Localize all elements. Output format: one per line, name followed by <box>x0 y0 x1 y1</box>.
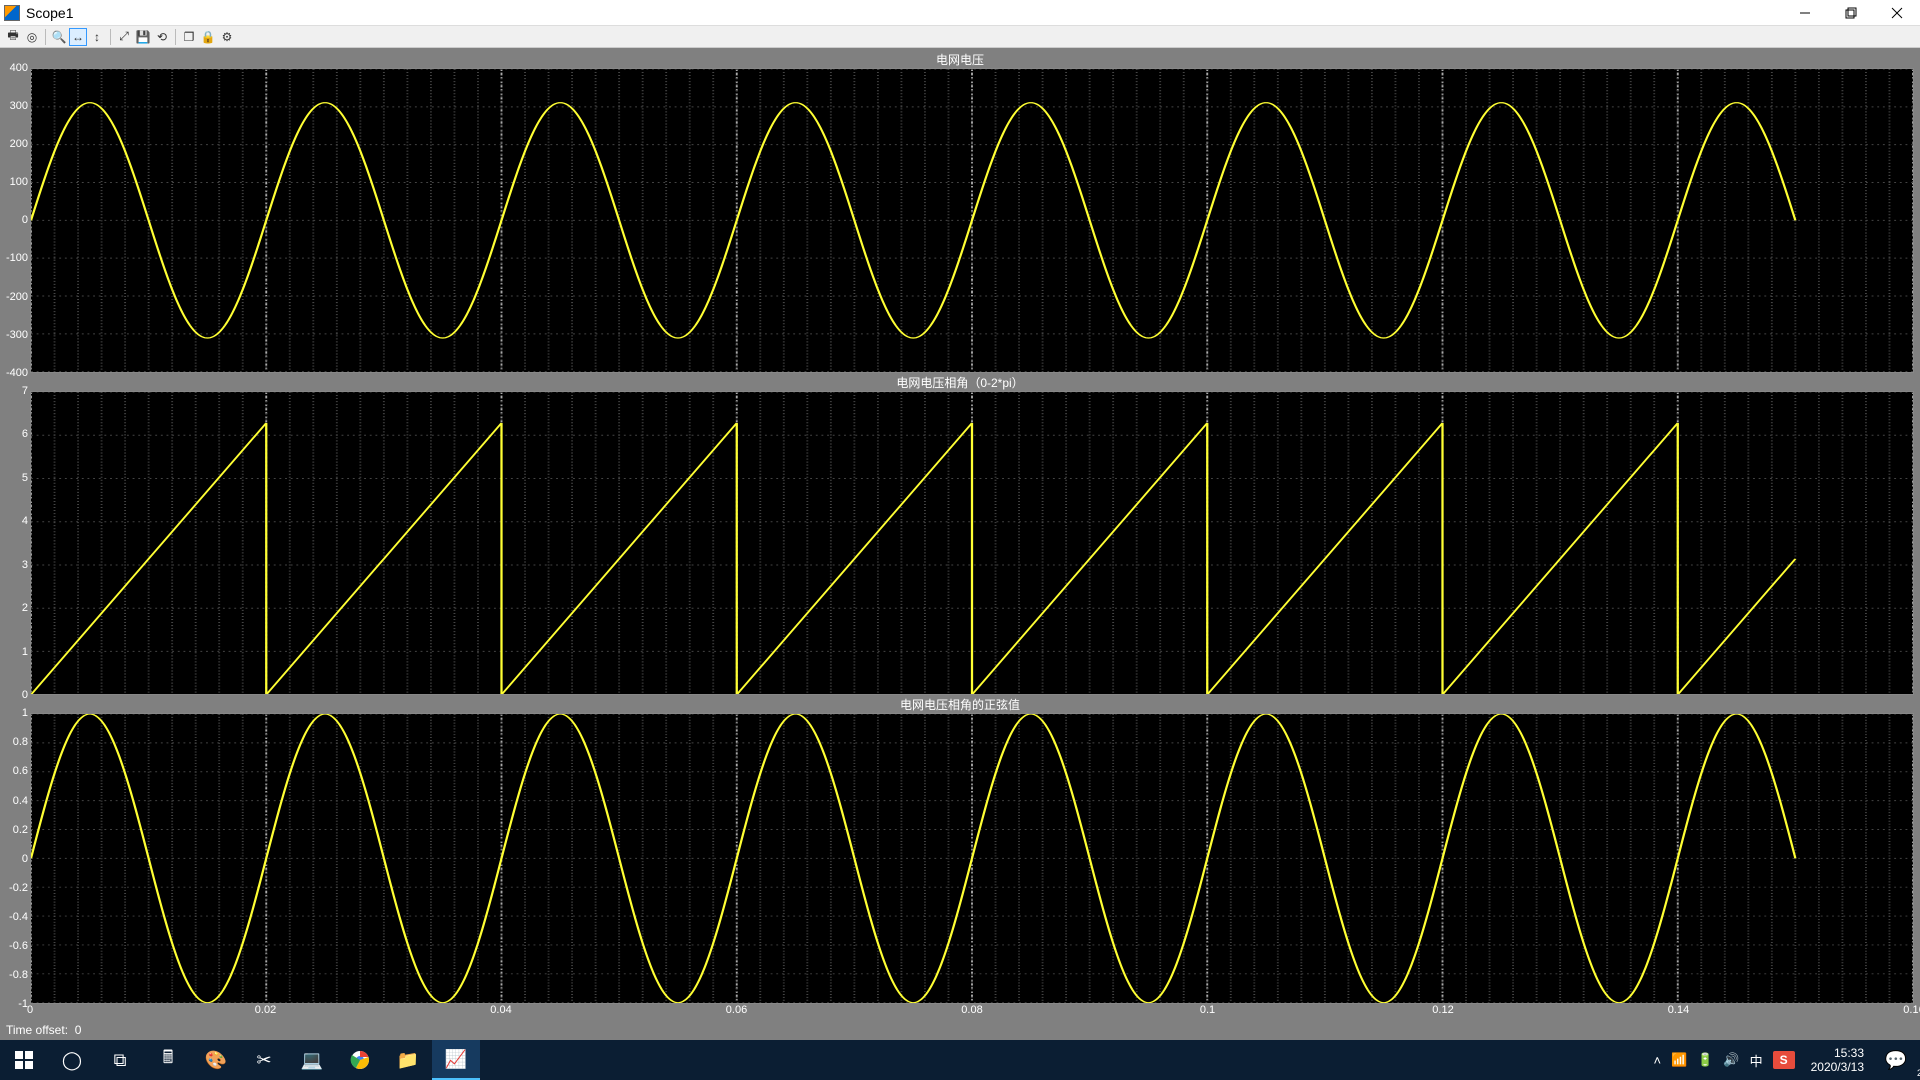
plot-1-yticks: -400-300-200-1000100200300400 <box>6 68 30 373</box>
taskbar-thispc[interactable]: 💻 <box>288 1040 336 1080</box>
notifications-button[interactable]: 💬2 <box>1872 1040 1920 1080</box>
ytick-label: 1 <box>22 646 28 658</box>
xtick-label: 0.1 <box>1200 1004 1215 1016</box>
xtick-label: 0.02 <box>255 1004 276 1016</box>
ytick-label: -0.8 <box>9 969 28 981</box>
wifi-icon[interactable]: 📶 <box>1671 1052 1687 1068</box>
ytick-label: 7 <box>22 385 28 397</box>
scope-toolbar: 🖶 ◎ 🔍 ↔ ↕ ⤢ 💾 ⟲ ❐ 🔒 ⚙ <box>0 26 1920 48</box>
taskbar-clock[interactable]: 15:33 2020/3/13 <box>1803 1042 1872 1078</box>
plot-3-title: 电网电压相角的正弦值 <box>6 697 1914 713</box>
plot-1: 电网电压 -400-300-200-1000100200300400 <box>6 52 1914 373</box>
plot-3: 电网电压相角的正弦值 -1-0.8-0.6-0.4-0.200.20.40.60… <box>6 697 1914 1018</box>
ytick-label: 300 <box>10 100 28 112</box>
taskbar-explorer[interactable]: 📁 <box>384 1040 432 1080</box>
toolbar-separator <box>110 29 111 45</box>
app-icon <box>4 5 20 21</box>
ytick-label: 6 <box>22 428 28 440</box>
plot-2-axes[interactable] <box>30 391 1914 696</box>
ytick-label: 0.4 <box>13 795 28 807</box>
cortana-button[interactable]: ◯ <box>48 1040 96 1080</box>
time-offset-value: 0 <box>75 1023 82 1037</box>
zoom-x-button[interactable]: ↔ <box>69 28 87 46</box>
lock-axes-button[interactable]: 🔒 <box>199 28 217 46</box>
time-offset-label: Time offset: <box>6 1023 68 1037</box>
scope-panel: 电网电压 -400-300-200-1000100200300400 电网电压相… <box>0 48 1920 1020</box>
ytick-label: 0 <box>22 214 28 226</box>
battery-icon[interactable]: 🔋 <box>1697 1052 1713 1068</box>
titlebar: Scope1 <box>0 0 1920 26</box>
ytick-label: 3 <box>22 559 28 571</box>
system-tray: ˄ 📶 🔋 🔊 中 S <box>1645 1051 1802 1070</box>
xtick-label: 0.14 <box>1668 1004 1689 1016</box>
save-settings-button[interactable]: 💾 <box>134 28 152 46</box>
ytick-label: 4 <box>22 515 28 527</box>
ytick-label: -0.4 <box>9 911 28 923</box>
tray-expand-icon[interactable]: ˄ <box>1653 1053 1661 1068</box>
plot-2: 电网电压相角（0-2*pi） 01234567 <box>6 375 1914 696</box>
xtick-label: 0.08 <box>961 1004 982 1016</box>
plot-1-title: 电网电压 <box>6 52 1914 68</box>
float-button[interactable]: ❐ <box>180 28 198 46</box>
taskview-button[interactable]: ⧉ <box>96 1040 144 1080</box>
taskbar-calculator[interactable]: 🖩 <box>144 1040 192 1080</box>
ytick-label: -200 <box>6 291 28 303</box>
taskbar-matlab[interactable]: 📈 <box>432 1040 480 1080</box>
ytick-label: -100 <box>6 252 28 264</box>
parameters-button[interactable]: ◎ <box>23 28 41 46</box>
xtick-label: 0.16 <box>1903 1004 1920 1016</box>
ytick-label: 400 <box>10 62 28 74</box>
plot-3-yticks: -1-0.8-0.6-0.4-0.200.20.40.60.81 <box>6 713 30 1004</box>
windows-taskbar: ◯ ⧉ 🖩 🎨 ✂ 💻 📁 📈 ˄ 📶 🔋 🔊 中 S 15:33 2020/3… <box>0 1040 1920 1080</box>
plot-3-axes[interactable] <box>30 713 1914 1004</box>
ytick-label: 2 <box>22 602 28 614</box>
clock-date: 2020/3/13 <box>1811 1060 1864 1074</box>
toolbar-separator <box>45 29 46 45</box>
xtick-label: 0.06 <box>726 1004 747 1016</box>
ytick-label: 0 <box>22 853 28 865</box>
ytick-label: 5 <box>22 472 28 484</box>
ytick-label: 100 <box>10 176 28 188</box>
ytick-label: 0 <box>22 689 28 701</box>
start-button[interactable] <box>0 1040 48 1080</box>
print-button[interactable]: 🖶 <box>4 28 22 46</box>
window-title: Scope1 <box>26 5 73 21</box>
volume-icon[interactable]: 🔊 <box>1723 1052 1739 1068</box>
ytick-label: -300 <box>6 329 28 341</box>
plot-1-axes[interactable] <box>30 68 1914 373</box>
autoscale-button[interactable]: ⤢ <box>115 28 133 46</box>
ytick-label: 0.8 <box>13 736 28 748</box>
taskbar-chrome[interactable] <box>336 1040 384 1080</box>
ime-sogou-icon[interactable]: S <box>1773 1051 1795 1069</box>
ytick-label: -0.6 <box>9 940 28 952</box>
toolbar-separator <box>175 29 176 45</box>
ytick-label: 1 <box>22 707 28 719</box>
ytick-label: 0.6 <box>13 765 28 777</box>
xtick-label: 0.04 <box>490 1004 511 1016</box>
taskbar-snip[interactable]: ✂ <box>240 1040 288 1080</box>
restore-axes-button[interactable]: ⟲ <box>153 28 171 46</box>
minimize-button[interactable] <box>1782 0 1828 26</box>
zoom-y-button[interactable]: ↕ <box>88 28 106 46</box>
taskbar-paint[interactable]: 🎨 <box>192 1040 240 1080</box>
clock-time: 15:33 <box>1811 1046 1864 1060</box>
xtick-label: 0 <box>27 1004 33 1016</box>
ytick-label: -400 <box>6 367 28 379</box>
plot-2-yticks: 01234567 <box>6 391 30 696</box>
ytick-label: 200 <box>10 138 28 150</box>
status-bar: Time offset: 0 <box>0 1020 1920 1040</box>
signal-select-button[interactable]: ⚙ <box>218 28 236 46</box>
close-button[interactable] <box>1874 0 1920 26</box>
ime-lang[interactable]: 中 <box>1750 1051 1763 1070</box>
xtick-label: 0.12 <box>1432 1004 1453 1016</box>
ytick-label: 0.2 <box>13 824 28 836</box>
zoom-button[interactable]: 🔍 <box>50 28 68 46</box>
plot-2-title: 电网电压相角（0-2*pi） <box>6 375 1914 391</box>
shared-xticks: 00.020.040.060.080.10.120.140.16 <box>30 1004 1914 1018</box>
ytick-label: -0.2 <box>9 882 28 894</box>
maximize-button[interactable] <box>1828 0 1874 26</box>
